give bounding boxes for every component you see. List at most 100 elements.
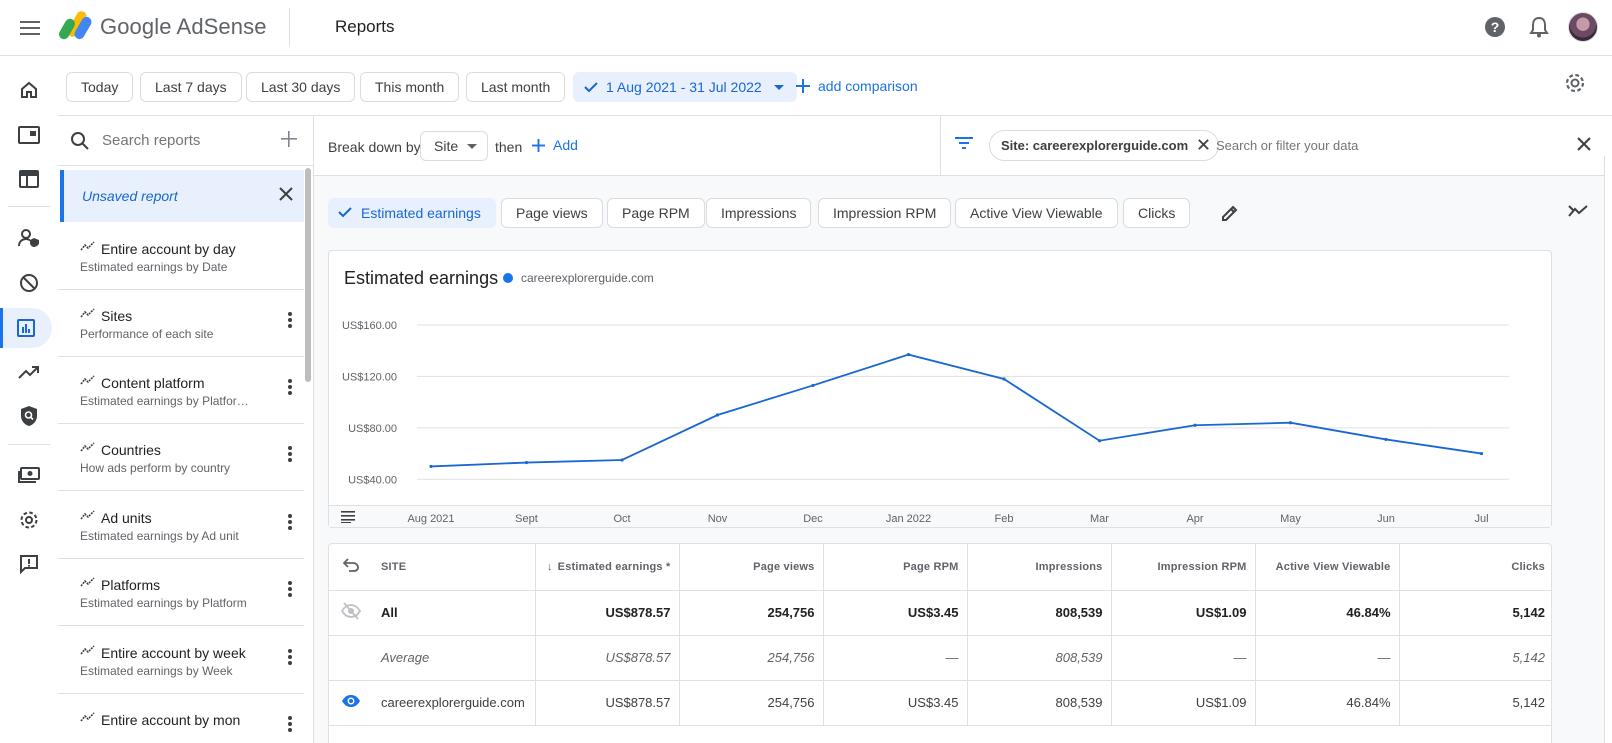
table-cell: US$878.57 (535, 635, 680, 681)
report-item[interactable]: Entire account by day Estimated earnings… (58, 223, 304, 290)
x-tick-label: Mar (1090, 513, 1109, 525)
table-row-total: All US$878.57 254,756 US$3.45 808,539 US… (329, 590, 1551, 636)
column-header-estimated-earnings[interactable]: ↓ Estimated earnings * (535, 544, 680, 591)
series-line (430, 353, 1482, 468)
site-filter-chip[interactable]: Site: careerexplorerguide.com (989, 130, 1220, 161)
help-icon[interactable]: ? (1480, 12, 1510, 42)
date-range-bar: Today Last 7 days Last 30 days This mont… (58, 56, 1612, 116)
column-header-impression-rpm[interactable]: Impression RPM (1111, 544, 1256, 591)
check-icon (584, 82, 598, 93)
edit-pencil-icon[interactable] (1220, 203, 1240, 223)
report-trend-icon (80, 577, 95, 587)
privacy-messaging-icon[interactable] (10, 220, 48, 256)
column-header-label: Estimated earnings * (557, 560, 671, 573)
main-scrollbar[interactable] (1604, 156, 1612, 743)
date-chip-last-30-days[interactable]: Last 30 days (246, 72, 356, 102)
sites-icon[interactable] (10, 161, 48, 197)
column-header-site[interactable]: SITE (373, 544, 536, 591)
visibility-off-icon[interactable] (340, 602, 362, 620)
remove-filter-close-icon[interactable] (1197, 138, 1210, 151)
row-label[interactable]: careerexplorerguide.com (373, 680, 536, 726)
blocking-controls-icon[interactable] (10, 265, 48, 301)
date-chip-last-month[interactable]: Last month (466, 72, 566, 102)
report-subtitle: How ads perform by country (80, 461, 231, 475)
date-chip-last-7-days[interactable]: Last 7 days (140, 72, 242, 102)
visibility-eye-icon[interactable] (341, 694, 361, 708)
report-trend-icon (80, 510, 95, 520)
date-range-selector[interactable]: 1 Aug 2021 - 31 Jul 2022 (573, 72, 797, 102)
add-comparison-label: add comparison (818, 78, 918, 94)
optimization-trending-icon[interactable] (10, 354, 48, 390)
more-options-icon[interactable] (288, 649, 292, 665)
metric-chip-estimated-earnings[interactable]: Estimated earnings (328, 198, 496, 228)
more-options-icon[interactable] (288, 581, 292, 597)
add-comparison-button[interactable]: add comparison (796, 78, 918, 94)
account-avatar[interactable] (1568, 12, 1598, 42)
menu-icon[interactable] (16, 14, 44, 42)
plus-icon (796, 79, 810, 93)
search-reports-input[interactable] (102, 132, 272, 149)
then-label: then (495, 139, 523, 155)
table-cell: 254,756 (679, 680, 824, 726)
ads-icon[interactable] (10, 117, 48, 153)
report-item[interactable]: Entire account by week Estimated earning… (58, 627, 304, 694)
date-chip-this-month[interactable]: This month (360, 72, 460, 102)
notifications-bell-icon[interactable] (1524, 12, 1554, 42)
undo-icon[interactable] (342, 558, 359, 573)
add-breakdown-button[interactable]: Add (532, 137, 578, 153)
payments-icon[interactable] (10, 457, 48, 493)
settings-gear-icon[interactable] (1564, 72, 1586, 97)
clear-filters-close-icon[interactable] (1576, 136, 1592, 152)
report-item[interactable]: Entire account by mon (58, 694, 304, 743)
dropdown-arrow-icon (467, 144, 477, 149)
report-item[interactable]: Sites Performance of each site (58, 290, 304, 357)
data-point (1002, 377, 1006, 381)
report-title: Ad units (101, 510, 152, 526)
column-header-page-rpm[interactable]: Page RPM (823, 544, 968, 591)
report-item[interactable]: Countries How ads perform by country (58, 424, 304, 491)
add-report-plus-icon[interactable] (280, 130, 298, 148)
more-options-icon[interactable] (288, 312, 292, 328)
data-point (1288, 421, 1293, 425)
metric-chip-impressions[interactable]: Impressions (706, 198, 812, 228)
metric-chip-impression-rpm[interactable]: Impression RPM (818, 198, 952, 228)
policy-center-icon[interactable] (10, 398, 48, 434)
report-trend-icon (80, 241, 95, 251)
more-options-icon[interactable] (288, 446, 292, 462)
unsaved-report-item[interactable]: Unsaved report (60, 170, 304, 222)
column-header-page-views[interactable]: Page views (679, 544, 824, 591)
table-cell: 46.84% (1255, 590, 1400, 636)
report-item[interactable]: Content platform Estimated earnings by P… (58, 357, 304, 424)
adsense-logo-icon[interactable] (58, 10, 92, 40)
feedback-icon[interactable] (10, 546, 48, 582)
top-app-bar: Google AdSense Reports ? (0, 0, 1612, 56)
report-title: Entire account by day (101, 241, 236, 257)
settings-gear-icon[interactable] (10, 502, 48, 538)
more-options-icon[interactable] (288, 379, 292, 395)
home-icon[interactable] (10, 72, 48, 108)
filter-search-input[interactable] (1216, 138, 1496, 153)
date-chip-today[interactable]: Today (66, 72, 134, 102)
chart-type-trend-icon[interactable] (1568, 204, 1588, 218)
more-options-icon[interactable] (288, 716, 292, 732)
data-point (906, 352, 911, 357)
divider (8, 206, 50, 207)
column-header-active-view-viewable[interactable]: Active View Viewable (1255, 544, 1400, 591)
close-icon[interactable] (278, 186, 294, 202)
metric-chip-page-views[interactable]: Page views (501, 198, 603, 228)
table-cell: 254,756 (679, 635, 824, 681)
report-item[interactable]: Ad units Estimated earnings by Ad unit (58, 492, 304, 559)
data-point (715, 413, 720, 417)
reports-icon[interactable] (0, 308, 52, 348)
breakdown-dimension-select[interactable]: Site (420, 131, 488, 161)
reports-scrollbar[interactable] (305, 168, 311, 382)
report-item[interactable]: Platforms Estimated earnings by Platform (58, 559, 304, 626)
table-cell: 5,142 (1399, 680, 1551, 726)
more-options-icon[interactable] (288, 514, 292, 530)
metric-chip-page-rpm[interactable]: Page RPM (607, 198, 705, 228)
metric-chip-clicks[interactable]: Clicks (1123, 198, 1191, 228)
filter-icon[interactable] (955, 136, 973, 150)
column-header-clicks[interactable]: Clicks (1399, 544, 1551, 591)
metric-chip-active-view-viewable[interactable]: Active View Viewable (955, 198, 1118, 228)
column-header-impressions[interactable]: Impressions (967, 544, 1112, 591)
